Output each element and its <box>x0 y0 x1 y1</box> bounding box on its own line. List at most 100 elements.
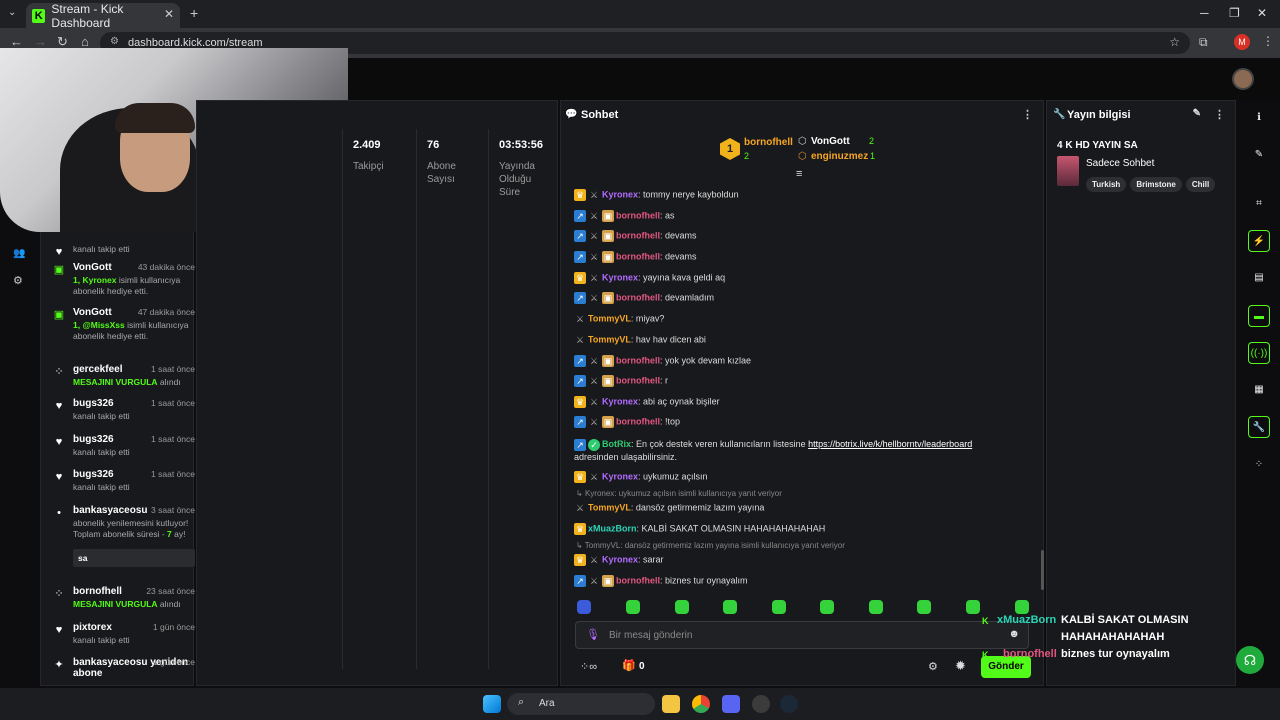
chrome-icon[interactable] <box>692 695 710 713</box>
leader-second-name[interactable]: VonGott <box>811 136 850 147</box>
activity-time: 47 dakika önce <box>137 307 195 317</box>
chat-username[interactable]: bornofhell <box>616 416 660 426</box>
chat-username[interactable]: bornofhell <box>616 251 660 261</box>
chat-username[interactable]: Kyronex <box>602 272 638 282</box>
chat-username[interactable]: TommyVL <box>588 313 631 323</box>
discord-icon[interactable] <box>722 695 740 713</box>
emote-icon[interactable] <box>675 600 689 614</box>
activity-username[interactable]: VonGott <box>73 307 112 318</box>
activity-username[interactable]: VonGott <box>73 262 112 273</box>
notes-icon[interactable]: ▤ <box>1248 267 1270 289</box>
emote-icon[interactable] <box>1015 600 1029 614</box>
emote-icon[interactable] <box>626 600 640 614</box>
chat-username[interactable]: bornofhell <box>616 292 660 302</box>
emote-icon[interactable] <box>577 600 591 614</box>
activity-mention[interactable]: @MissXss <box>82 320 124 330</box>
activity-username[interactable]: bugs326 <box>73 398 114 409</box>
stream-tag[interactable]: Turkish <box>1086 177 1127 192</box>
community-icon[interactable]: ⁘ <box>1248 454 1270 476</box>
chat-mod-icon[interactable]: ✹ <box>955 658 966 674</box>
extensions-icon[interactable]: ⧉ <box>1199 35 1208 50</box>
sparkle-icon: ✦ <box>54 659 64 671</box>
activity-username[interactable]: bornofhell <box>73 586 122 597</box>
tab-search-icon[interactable]: ⌄ <box>8 7 16 18</box>
taskbar-search[interactable]: ⌕ Ara <box>507 693 655 715</box>
window-close-icon[interactable]: ✕ <box>1257 6 1267 20</box>
leader-third-name[interactable]: enginuzmez <box>811 151 868 162</box>
broadcast-icon[interactable]: ((·)) <box>1248 342 1270 364</box>
activity-username[interactable]: bugs326 <box>73 469 114 480</box>
chat-username[interactable]: bornofhell <box>616 355 660 365</box>
chat-settings-icon[interactable]: ⚙ <box>928 660 938 673</box>
emote-icon[interactable] <box>820 600 834 614</box>
channel-points-icon[interactable]: ⁘∞ <box>580 660 597 673</box>
site-info-icon[interactable]: ⚙ <box>110 36 119 47</box>
activity-username[interactable]: bankasyaceosu <box>73 505 148 516</box>
activity-username[interactable]: bugs326 <box>73 434 114 445</box>
chat-username[interactable]: BotRix <box>602 439 631 449</box>
minimize-icon[interactable]: ─ <box>1200 6 1209 20</box>
back-icon[interactable]: ← <box>10 34 23 49</box>
chat-username[interactable]: xMuazBorn <box>588 523 637 533</box>
chat-username[interactable]: bornofhell <box>616 210 660 220</box>
chat-username[interactable]: Kyronex <box>602 471 638 481</box>
chat-username[interactable]: bornofhell <box>616 230 660 240</box>
gift-icon: ▣ <box>53 264 65 276</box>
new-tab-icon[interactable]: + <box>190 5 198 21</box>
stream-tag[interactable]: Chill <box>1185 177 1216 192</box>
quick-actions-icon[interactable]: ⚡ <box>1248 230 1270 252</box>
browser-menu-icon[interactable]: ⋮ <box>1262 34 1274 48</box>
activity-mention[interactable]: Kyronex <box>82 275 116 285</box>
leader-first-name[interactable]: bornofhell <box>744 137 793 148</box>
emote-icon[interactable] <box>917 600 931 614</box>
layout-icon[interactable]: ▦ <box>1248 379 1270 401</box>
info-icon[interactable]: ℹ <box>1248 107 1270 129</box>
leaderboard-expand-icon[interactable]: ≡ <box>796 168 802 180</box>
chat-menu-icon[interactable]: ⋮ <box>1022 108 1033 121</box>
activity-username[interactable]: gercekfeel <box>73 364 122 375</box>
stream-info-menu-icon[interactable]: ⋮ <box>1214 108 1225 121</box>
chat-scrollbar[interactable] <box>1041 550 1044 590</box>
emote-icon[interactable] <box>869 600 883 614</box>
activity-description: kanalı takip etti <box>73 447 193 458</box>
pen-tool-icon[interactable]: ✎ <box>1248 144 1270 166</box>
emote-icon[interactable] <box>723 600 737 614</box>
bookmark-star-icon[interactable]: ☆ <box>1169 35 1180 49</box>
profile-avatar[interactable]: M <box>1234 34 1250 50</box>
file-explorer-icon[interactable] <box>662 695 680 713</box>
stream-info-toggle-icon[interactable]: 🔧 <box>1248 416 1270 438</box>
edit-pencil-icon[interactable]: ✎ <box>1193 108 1201 119</box>
chat-username[interactable]: Kyronex <box>602 189 638 199</box>
nav-settings-icon[interactable]: ⚙ <box>13 274 23 287</box>
chat-toggle-icon[interactable]: ▬ <box>1248 305 1270 327</box>
home-icon[interactable]: ⌂ <box>81 34 89 49</box>
chat-username[interactable]: Kyronex <box>602 554 638 564</box>
emote-icon[interactable] <box>772 600 786 614</box>
start-menu-icon[interactable] <box>483 695 501 713</box>
gift-sub-icon[interactable]: 🎁 <box>622 659 636 672</box>
activity-username[interactable]: pixtorex <box>73 622 112 633</box>
chat-input-box[interactable]: 🎙 Bir mesaj gönderin ☻ <box>575 621 1029 649</box>
forward-icon[interactable]: → <box>34 34 47 49</box>
emote-icon[interactable] <box>966 600 980 614</box>
stream-category[interactable]: Sadece Sohbet <box>1086 158 1154 169</box>
chat-username[interactable]: TommyVL <box>588 502 631 512</box>
nav-community-icon[interactable]: 👥 <box>13 248 25 259</box>
mic-icon[interactable]: 🎙 <box>586 628 600 641</box>
chat-input[interactable]: Bir mesaj gönderin <box>609 630 692 641</box>
chat-username[interactable]: bornofhell <box>616 575 660 585</box>
focus-icon[interactable]: ⌗ <box>1248 193 1270 215</box>
botrix-link[interactable]: https://botrix.live/k/hellborntv/leaderb… <box>808 439 972 449</box>
browser-tab[interactable]: K Stream - Kick Dashboard ✕ <box>26 2 180 30</box>
support-headset-icon[interactable]: ☊ <box>1236 646 1264 674</box>
tab-close-icon[interactable]: ✕ <box>164 7 174 21</box>
chat-username[interactable]: TommyVL <box>588 334 631 344</box>
chat-username[interactable]: Kyronex <box>602 396 638 406</box>
steam-icon[interactable] <box>780 695 798 713</box>
chat-username[interactable]: bornofhell <box>616 375 660 385</box>
emoji-icon[interactable]: ☻ <box>1008 628 1020 640</box>
user-avatar[interactable] <box>1232 68 1254 90</box>
maximize-icon[interactable]: ❐ <box>1229 6 1240 20</box>
app-icon[interactable] <box>752 695 770 713</box>
stream-tag[interactable]: Brimstone <box>1130 177 1182 192</box>
